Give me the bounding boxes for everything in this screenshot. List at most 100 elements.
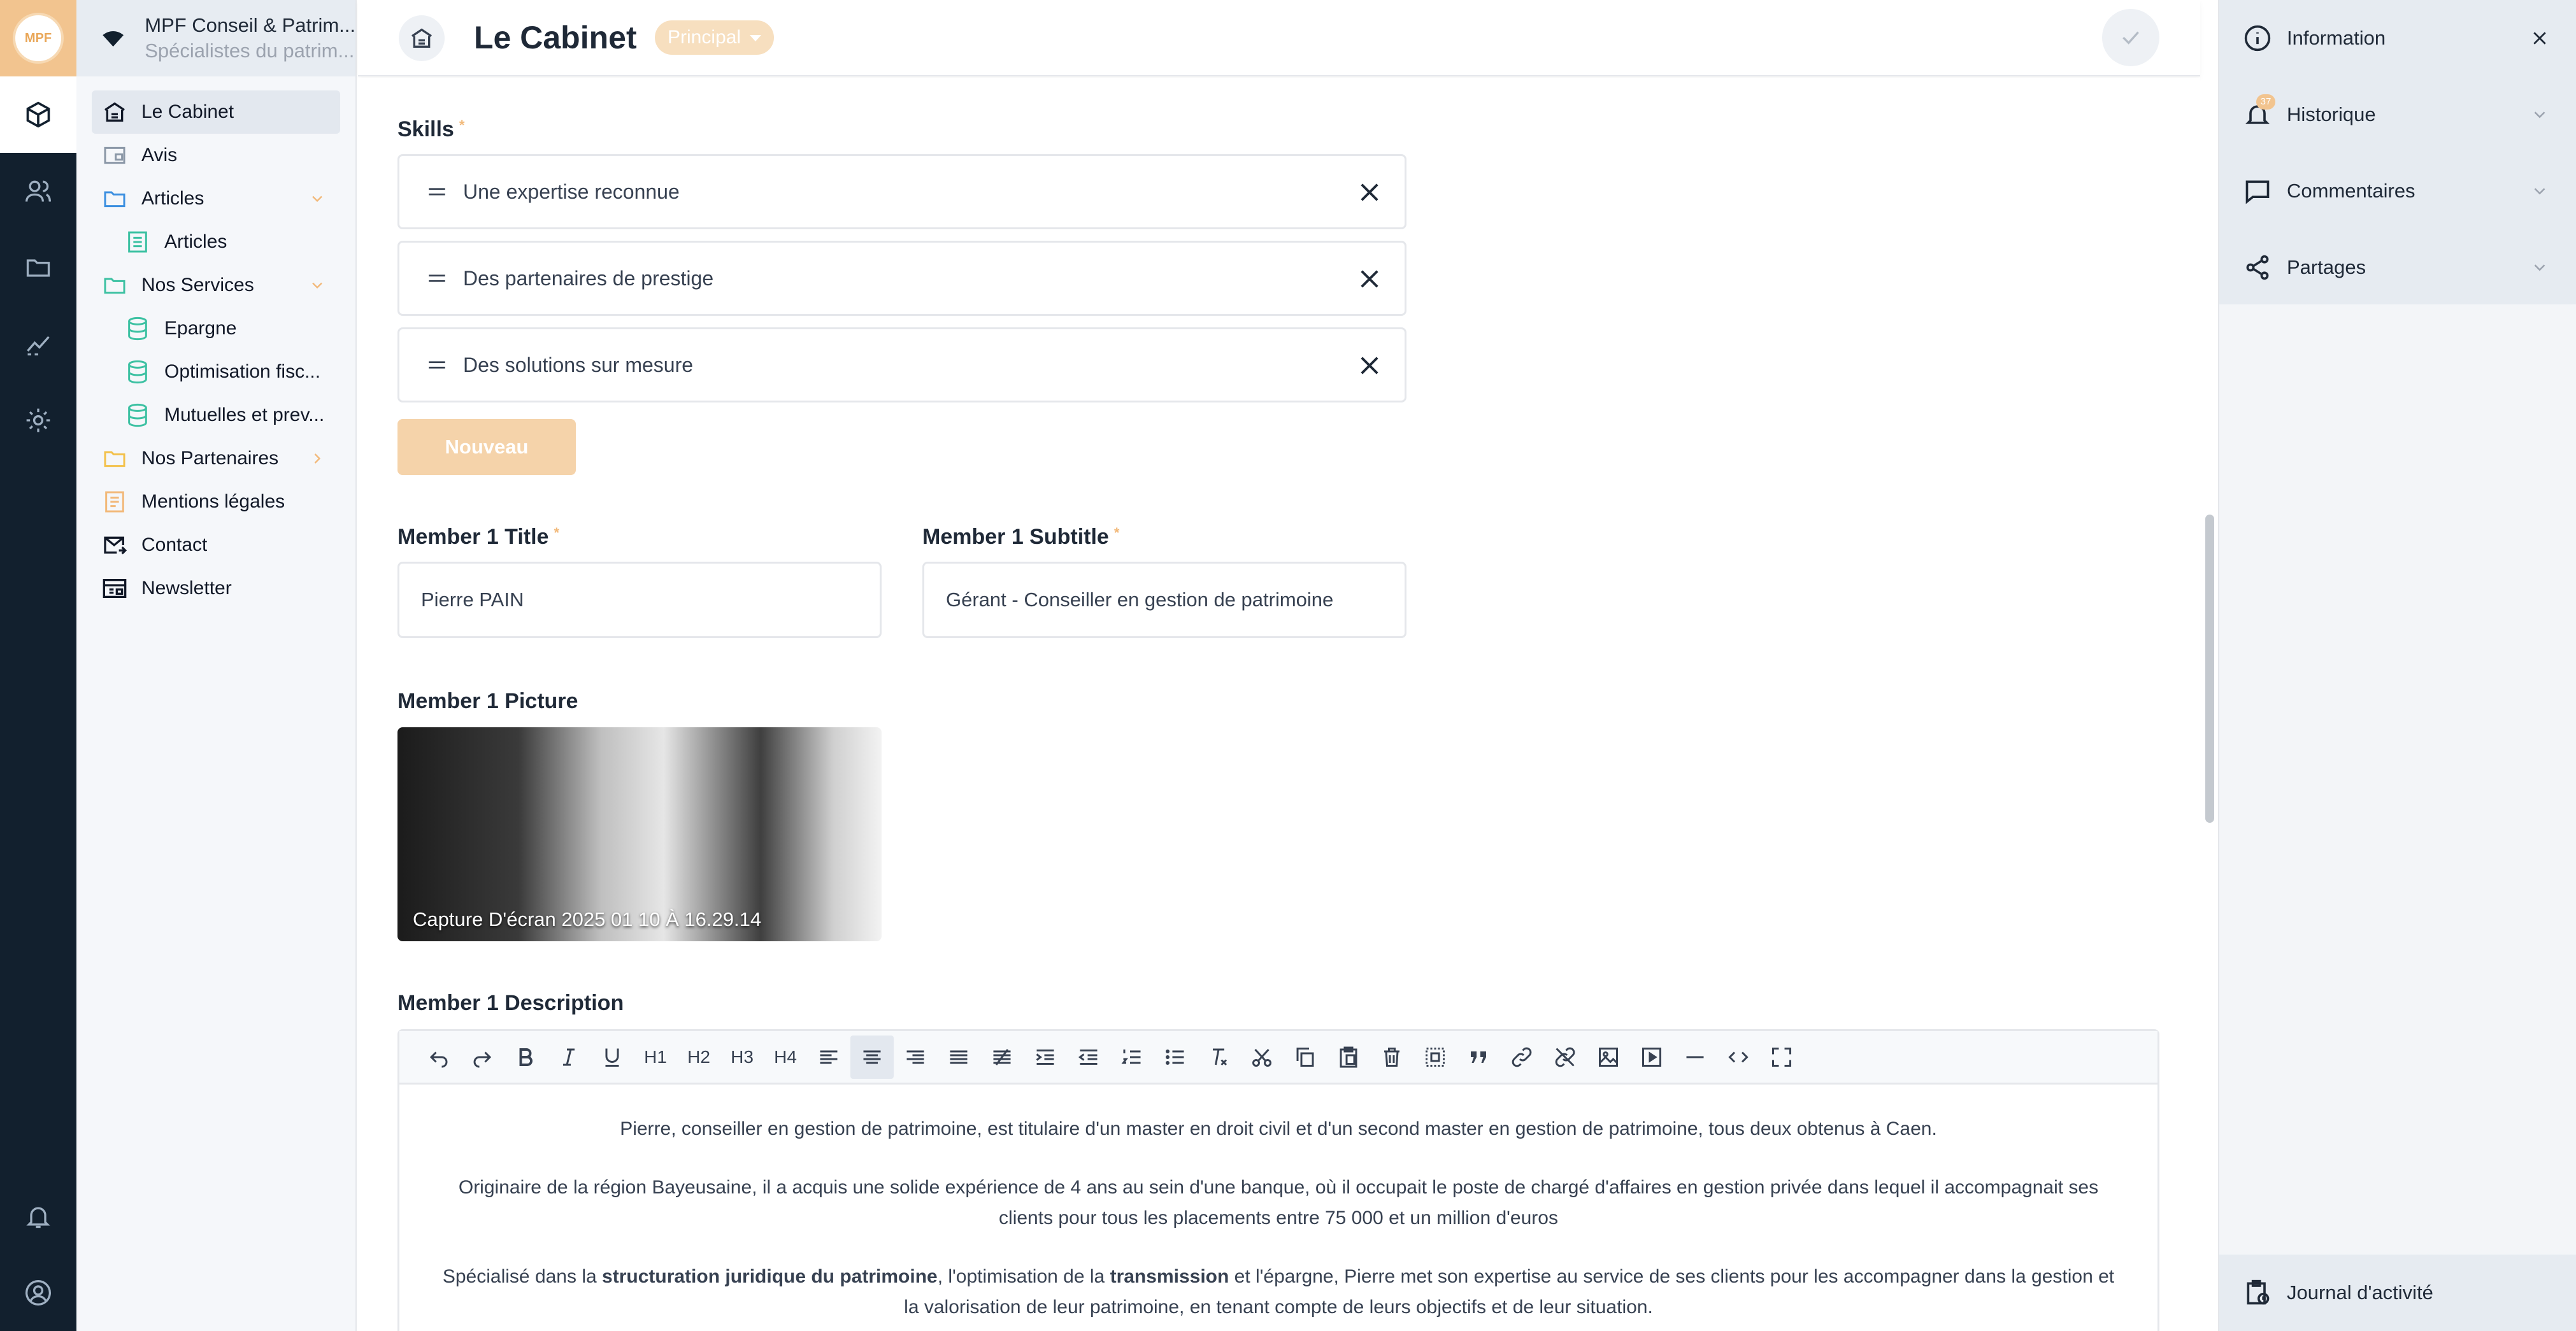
link-button[interactable] [1500,1036,1543,1079]
rail-analytics-button[interactable] [0,306,76,382]
unlink-button[interactable] [1543,1036,1587,1079]
locale-badge-dropdown[interactable]: Principal [655,20,775,55]
editor-content[interactable]: Pierre, conseiller en gestion de patrimo… [399,1085,2157,1323]
tree-item-label: Articles [164,231,227,252]
comment-icon [2245,180,2270,204]
h3-button[interactable]: H3 [720,1036,764,1079]
h1-button[interactable]: H1 [634,1036,677,1079]
underline-button[interactable] [590,1036,634,1079]
chevron-down-icon[interactable] [2530,258,2549,277]
tree-item-epargne[interactable]: Epargne [76,307,357,350]
redo-button[interactable] [461,1036,504,1079]
add-skill-button[interactable]: Nouveau [397,419,576,475]
tree-item-articles-folder[interactable]: Articles [76,177,357,220]
tree-item-avis[interactable]: Avis [76,134,357,177]
page-type-button[interactable] [399,15,445,61]
italic-button[interactable] [547,1036,590,1079]
partages-item[interactable]: Partages [2219,229,2576,306]
skill-text[interactable]: Une expertise reconnue [463,180,680,204]
page-header: Le Cabinet Principal [358,0,2200,76]
member-title-input[interactable]: Pierre PAIN [397,562,882,638]
tree-item-optimisation-fiscale[interactable]: Optimisation fisc... [76,350,357,394]
bold-button[interactable] [504,1036,547,1079]
chevron-right-icon[interactable] [308,450,326,467]
main-scrollbar[interactable] [2205,515,2214,823]
tree-item-nos-partenaires[interactable]: Nos Partenaires [76,437,357,480]
tree-item-le-cabinet[interactable]: Le Cabinet [92,90,340,134]
h4-button[interactable]: H4 [764,1036,807,1079]
mail-icon [104,536,127,555]
skill-text[interactable]: Des partenaires de prestige [463,267,713,290]
skill-item[interactable]: Des partenaires de prestige [397,241,1406,316]
undo-button[interactable] [417,1036,461,1079]
rail-content-button[interactable] [0,76,76,153]
drag-handle-icon[interactable] [426,181,448,203]
indent-button[interactable] [1024,1036,1067,1079]
historique-item[interactable]: 37 Historique [2219,76,2576,153]
rail-users-button[interactable] [0,153,76,229]
bullet-list-button[interactable] [1154,1036,1197,1079]
database-icon [128,317,147,341]
outdent-button[interactable] [1067,1036,1110,1079]
information-item[interactable]: Information [2219,0,2576,76]
select-all-button[interactable] [1413,1036,1457,1079]
fullscreen-button[interactable] [1760,1036,1803,1079]
app-logo[interactable]: MPF [0,0,76,76]
rail-settings-button[interactable] [0,382,76,459]
right-panel: Information 37 Historique Commentaires P… [2218,0,2576,1331]
chevron-down-icon[interactable] [308,276,326,294]
tree-item-nos-services[interactable]: Nos Services [76,264,357,307]
strikethrough-button[interactable] [980,1036,1024,1079]
save-button[interactable] [2102,9,2159,66]
delete-button[interactable] [1370,1036,1413,1079]
required-mark: * [1113,525,1120,541]
justify-button[interactable] [937,1036,980,1079]
chevron-down-icon[interactable] [308,190,326,208]
editor-toolbar: H1 H2 H3 H4 [399,1031,2157,1085]
align-left-button[interactable] [807,1036,850,1079]
copy-button[interactable] [1284,1036,1327,1079]
video-button[interactable] [1630,1036,1673,1079]
h2-button[interactable]: H2 [677,1036,720,1079]
picture-caption: Capture D'écran 2025 01 10 À 16.29.14 [413,908,762,930]
skill-text[interactable]: Des solutions sur mesure [463,353,693,377]
tree-item-mutuelles[interactable]: Mutuelles et prev... [76,394,357,437]
tree-item-mentions-legales[interactable]: Mentions légales [76,480,357,523]
tree-item-articles[interactable]: Articles [76,220,357,264]
rail-notifications-button[interactable] [0,1178,76,1255]
skill-item[interactable]: Une expertise reconnue [397,154,1406,229]
close-icon[interactable] [1356,352,1383,379]
tree-item-contact[interactable]: Contact [76,523,357,567]
horizontal-rule-button[interactable] [1673,1036,1717,1079]
member-subtitle-input[interactable]: Gérant - Conseiller en gestion de patrim… [922,562,1406,638]
skill-item[interactable]: Des solutions sur mesure [397,327,1406,402]
cut-button[interactable] [1240,1036,1284,1079]
member-picture[interactable]: Capture D'écran 2025 01 10 À 16.29.14 [397,727,882,941]
chevron-down-icon[interactable] [2530,105,2549,124]
org-switcher[interactable]: MPF Conseil & Patrim... Spécialistes du … [76,0,355,76]
information-label: Information [2287,27,2386,49]
rail-account-button[interactable] [0,1255,76,1331]
commentaires-item[interactable]: Commentaires [2219,153,2576,229]
ordered-list-button[interactable] [1110,1036,1154,1079]
image-button[interactable] [1587,1036,1630,1079]
clear-format-button[interactable] [1197,1036,1240,1079]
align-center-icon [863,1050,881,1064]
tree-item-label: Mentions légales [141,491,285,512]
drag-handle-icon[interactable] [426,267,448,289]
drag-handle-icon[interactable] [426,354,448,376]
paste-button[interactable] [1327,1036,1370,1079]
journal-activite-item[interactable]: Journal d'activité [2219,1255,2576,1331]
rail-files-button[interactable] [0,229,76,306]
close-icon[interactable] [1356,179,1383,206]
info-icon [2244,25,2271,52]
chevron-down-icon[interactable] [2530,182,2549,201]
fullscreen-icon [1772,1047,1791,1067]
close-icon[interactable] [2530,29,2549,48]
tree-item-newsletter[interactable]: Newsletter [76,567,357,610]
align-center-button[interactable] [850,1035,894,1079]
code-button[interactable] [1717,1036,1760,1079]
close-icon[interactable] [1356,266,1383,292]
quote-button[interactable] [1457,1036,1500,1079]
align-right-button[interactable] [894,1036,937,1079]
